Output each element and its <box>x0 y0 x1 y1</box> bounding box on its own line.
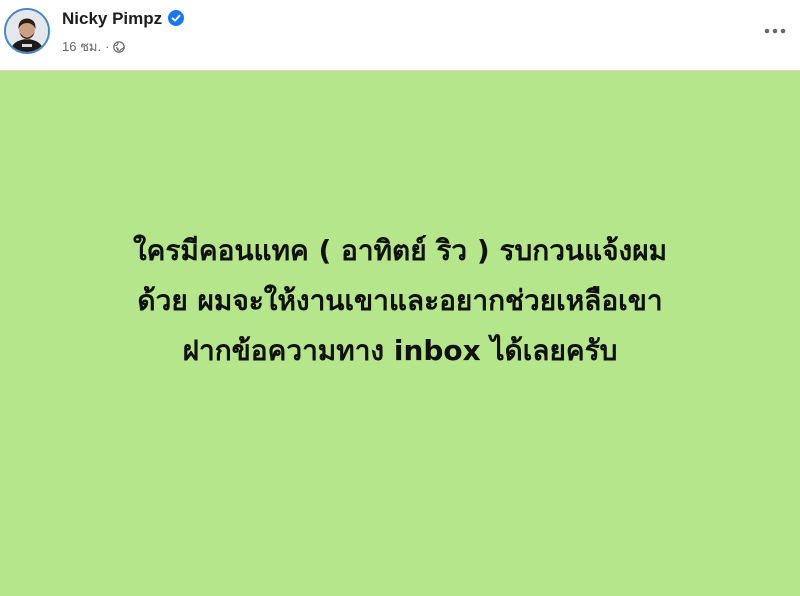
meta-separator: · <box>105 39 110 54</box>
author-name[interactable]: Nicky Pimpz <box>62 9 162 29</box>
post-text-line: ด้วย ผมจะให้งานเขาและอยากช่วยเหลือเขา <box>137 284 663 317</box>
post-text: ใครมีคอนแทค ( อาทิตย์ ริว ) รบกวนแจ้งผม … <box>0 226 800 376</box>
post-meta: 16 ชม. · <box>62 36 126 57</box>
post-text-line: ฝากข้อความทาง inbox ได้เลยครับ <box>182 334 618 367</box>
globe-icon[interactable] <box>113 40 126 53</box>
post-header: Nicky Pimpz 16 ชม. · <box>0 0 800 70</box>
post-timestamp[interactable]: 16 ชม. <box>62 36 101 57</box>
verified-badge-icon <box>168 10 185 26</box>
facebook-post: Nicky Pimpz 16 ชม. · ใครมีคอนแทค (อาทิต… <box>0 0 800 596</box>
avatar-image <box>6 10 48 52</box>
post-text-line: ใครมีคอนแทค ( อาทิตย์ ริว ) รบกวนแจ้งผม <box>132 234 668 267</box>
author-name-row: Nicky Pimpz <box>62 9 185 29</box>
more-options-button[interactable] <box>762 18 788 44</box>
more-options-icon <box>764 28 786 34</box>
avatar[interactable] <box>4 8 50 54</box>
